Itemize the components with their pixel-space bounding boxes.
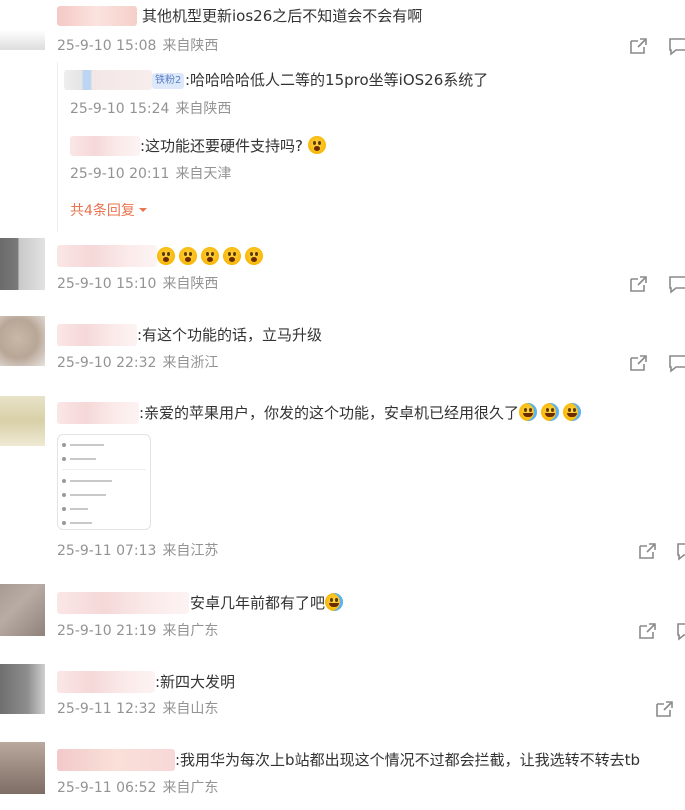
attached-image-thumbnail[interactable] [57, 434, 151, 530]
reply-text: :哈哈哈哈低人二等的15pro坐等iOS26系统了 [185, 71, 489, 89]
avatar[interactable] [0, 316, 45, 366]
avatar[interactable] [0, 664, 45, 714]
comment-location: 来自江苏 [162, 543, 219, 559]
share-icon[interactable] [627, 352, 649, 374]
share-icon[interactable] [636, 620, 658, 642]
comment-time: 25-9-11 06:52 [57, 780, 157, 796]
comment-time: 25-9-10 15:08 [57, 38, 157, 54]
comment-time: 25-9-10 15:10 [57, 276, 157, 292]
avatar[interactable] [0, 0, 45, 50]
comment-icon[interactable] [667, 352, 685, 374]
more-replies-link[interactable]: 共4条回复 [70, 201, 149, 221]
emoji-icon [519, 403, 538, 421]
username-blurred[interactable] [57, 749, 175, 771]
username-blurred[interactable] [57, 592, 189, 614]
reply-location: 来自陕西 [175, 101, 232, 117]
comment-text: :有这个功能的话，立马升级 [137, 326, 323, 344]
comment-icon[interactable] [675, 540, 685, 562]
share-icon[interactable] [636, 540, 658, 562]
comment-icon[interactable] [667, 273, 685, 295]
chevron-down-icon [138, 208, 147, 212]
avatar[interactable] [0, 238, 45, 290]
comment-meta: 25-9-11 06:52 来自广东 [57, 778, 218, 798]
comment-meta: 25-9-11 07:13 来自江苏 [57, 541, 218, 561]
username-blurred[interactable] [57, 671, 155, 693]
comment-time: 25-9-10 22:32 [57, 355, 157, 371]
comment-text-content: 安卓几年前都有了吧 [190, 594, 326, 612]
more-replies-label: 共4条回复 [70, 203, 135, 219]
comment-text: :亲爱的苹果用户，你发的这个功能，安卓机已经用很久了 [139, 402, 585, 424]
reply-username-blurred[interactable] [64, 70, 152, 90]
comment-location: 来自广东 [162, 780, 219, 796]
comment-meta: 25-9-11 12:32 来自山东 [57, 699, 218, 719]
emoji-icon [307, 136, 326, 154]
avatar[interactable] [0, 742, 45, 794]
username-blurred[interactable] [57, 324, 137, 346]
emoji-icon [201, 247, 219, 265]
reply-meta: 25-9-10 15:24 来自陕西 [70, 99, 231, 119]
reply-time: 25-9-10 20:11 [70, 166, 170, 182]
comment-meta: 25-9-10 21:19 来自广东 [57, 621, 218, 641]
comment-location: 来自山东 [162, 701, 219, 717]
reply-list: 铁粉2 :哈哈哈哈低人二等的15pro坐等iOS26系统了 25-9-10 15… [57, 62, 685, 232]
emoji-icon [223, 247, 241, 265]
username-blurred[interactable] [57, 402, 139, 424]
comment-time: 25-9-11 12:32 [57, 701, 157, 717]
comment-location: 来自陕西 [162, 38, 219, 54]
comment-text [157, 246, 267, 268]
share-icon[interactable] [627, 273, 649, 295]
comment-text: 其他机型更新ios26之后不知道会不会有啊 [142, 7, 423, 25]
emoji-icon [179, 247, 197, 265]
reply-time: 25-9-10 15:24 [70, 101, 170, 117]
avatar[interactable] [0, 396, 45, 446]
comment-location: 来自陕西 [162, 276, 219, 292]
share-icon[interactable] [627, 35, 649, 57]
emoji-icon [245, 247, 263, 265]
comment-text-content: :亲爱的苹果用户，你发的这个功能，安卓机已经用很久了 [139, 404, 520, 422]
reply-username-blurred[interactable] [70, 136, 140, 156]
comment-icon[interactable] [675, 620, 685, 642]
emoji-icon [157, 247, 175, 265]
comment-location: 来自浙江 [162, 355, 219, 371]
comment-time: 25-9-11 07:13 [57, 543, 157, 559]
reply-meta: 25-9-10 20:11 来自天津 [70, 164, 231, 184]
fan-badge: 铁粉2 [152, 73, 185, 89]
emoji-icon [325, 593, 344, 611]
username-blurred[interactable] [57, 245, 157, 267]
comment-text: 安卓几年前都有了吧 [190, 592, 347, 614]
emoji-icon [563, 403, 582, 421]
emoji-icon [541, 403, 560, 421]
comment-location: 来自广东 [162, 623, 219, 639]
share-icon[interactable] [653, 698, 675, 720]
comment-meta: 25-9-10 22:32 来自浙江 [57, 353, 218, 373]
avatar[interactable] [0, 584, 45, 636]
comment-meta: 25-9-10 15:10 来自陕西 [57, 274, 218, 294]
reply-text: :这功能还要硬件支持吗? [140, 135, 330, 157]
comment-time: 25-9-10 21:19 [57, 623, 157, 639]
reply-text-content: :这功能还要硬件支持吗? [140, 137, 304, 155]
comment-meta: 25-9-10 15:08 来自陕西 [57, 36, 218, 56]
comment-icon[interactable] [667, 35, 685, 57]
comment-text: :我用华为每次上b站都出现这个情况不过都会拦截，让我选转不转去tb [175, 751, 640, 769]
comment-text: :新四大发明 [155, 673, 236, 691]
username-blurred[interactable] [57, 6, 137, 26]
reply-location: 来自天津 [175, 166, 232, 182]
